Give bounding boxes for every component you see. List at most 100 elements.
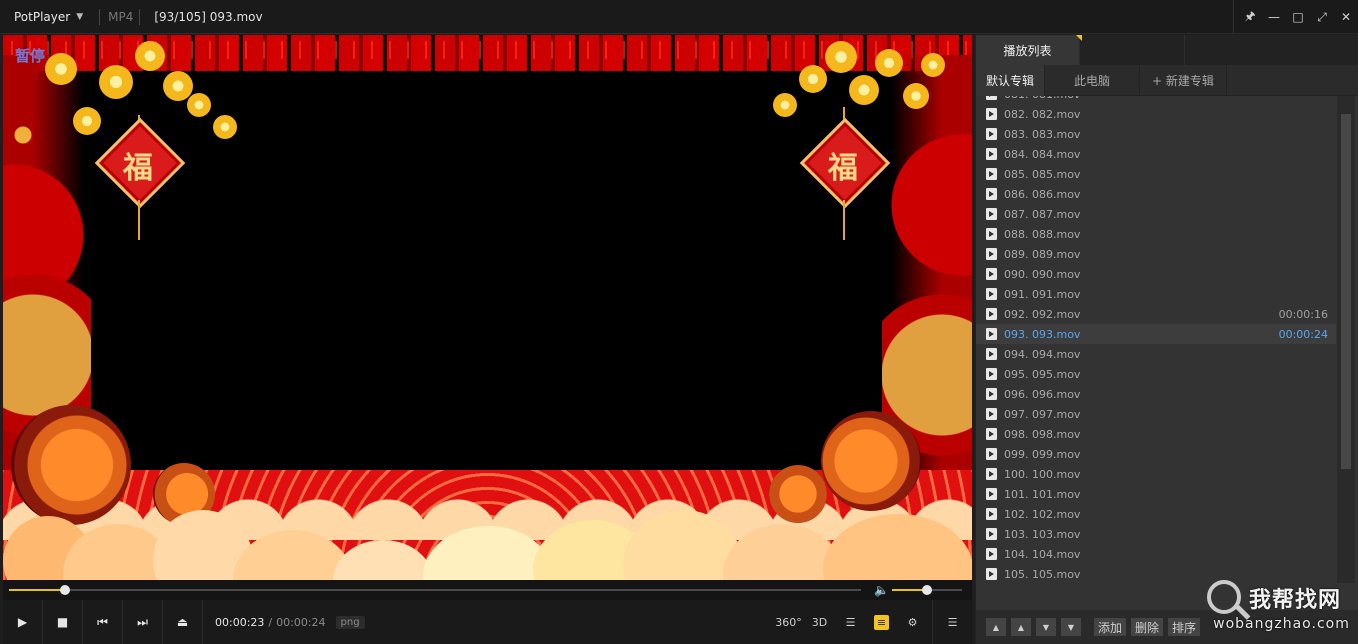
subtitle-icon[interactable]: ≡ (866, 600, 897, 644)
blossom-icon (163, 71, 193, 101)
tab-empty[interactable] (1080, 35, 1185, 65)
playlist-item[interactable]: 089. 089.mov (976, 244, 1336, 264)
playlist-item[interactable]: 103. 103.mov (976, 524, 1336, 544)
seek-track[interactable] (9, 585, 861, 595)
volume-icon[interactable]: 🔈 (874, 583, 889, 597)
playlist-item-label: 093. 093.mov (1004, 327, 1081, 341)
playlist-item[interactable]: 087. 087.mov (976, 204, 1336, 224)
control-bar: ▶ ■ ⏮ ⏭ ⏏ 00:00:23 / 00:00:24 png 360° 3… (3, 600, 972, 644)
sort-button[interactable]: 排序 (1168, 618, 1201, 636)
playlist-item[interactable]: 090. 090.mov (976, 264, 1336, 284)
watermark-text: 我帮找网 (1249, 588, 1342, 613)
stop-icon[interactable]: ■ (43, 600, 83, 644)
maximize-icon[interactable]: □ (1286, 5, 1310, 29)
3d-button[interactable]: 3D (804, 600, 835, 644)
previous-icon[interactable]: ⏮ (83, 600, 123, 644)
playlist-search-icon[interactable]: ☰ (835, 600, 866, 644)
playlist-item[interactable]: 097. 097.mov (976, 404, 1336, 424)
play-icon[interactable]: ▶ (3, 600, 43, 644)
video-file-icon (986, 128, 997, 140)
video-file-icon (986, 308, 997, 320)
app-menu-button[interactable]: PotPlayer ▼ (0, 0, 93, 33)
playlist-list[interactable]: 081. 081.mov 082. 082.mov 083. 083.mov 084.… (976, 96, 1336, 583)
playlist-item[interactable]: 102. 102.mov (976, 504, 1336, 524)
video-file-icon (986, 528, 997, 540)
eject-icon[interactable]: ⏏ (163, 600, 203, 644)
playlist-item[interactable]: 091. 091.mov (976, 284, 1336, 304)
volume-handle[interactable] (922, 585, 932, 595)
playlist-item[interactable]: 081. 081.mov (976, 96, 1336, 104)
drum-right (821, 411, 921, 511)
menu-icon[interactable]: ☰ (932, 600, 972, 644)
video-file-icon (986, 148, 997, 160)
playlist-item[interactable]: 093. 093.mov 00:00:24 (976, 324, 1336, 344)
tab-playlist[interactable]: 播放列表 (976, 35, 1080, 65)
format-label: MP4 (108, 9, 134, 24)
minimize-icon[interactable]: — (1262, 5, 1286, 29)
tab-flag (1076, 35, 1082, 41)
codec-badge: png (335, 615, 365, 629)
playlist-item[interactable]: 101. 101.mov (976, 484, 1336, 504)
pin-icon[interactable]: 🖈 (1238, 5, 1262, 29)
current-time: 00:00:23 (215, 615, 265, 629)
tab-empty[interactable] (1185, 35, 1255, 65)
fortune-lantern-right: 福 (799, 117, 891, 209)
tab-this-pc[interactable]: 此电脑 (1045, 65, 1141, 96)
playlist-item-label: 096. 096.mov (1004, 387, 1081, 401)
delete-button[interactable]: 删除 (1131, 618, 1164, 636)
next-icon[interactable]: ⏭ (123, 600, 163, 644)
playlist-item[interactable]: 096. 096.mov (976, 384, 1336, 404)
playlist-item[interactable]: 086. 086.mov (976, 184, 1336, 204)
playlist-item-label: 083. 083.mov (1004, 127, 1081, 141)
window-controls: 🖈 — □ ⤢ ✕ (1233, 0, 1358, 34)
move-bottom-icon[interactable]: ▼ (1061, 618, 1081, 636)
blossom-icon (825, 41, 857, 73)
playlist-item[interactable]: 084. 084.mov (976, 144, 1336, 164)
seek-progress (9, 589, 66, 591)
playlist-item[interactable]: 100. 100.mov (976, 464, 1336, 484)
video-file-icon (986, 96, 997, 100)
close-icon[interactable]: ✕ (1334, 5, 1358, 29)
blossom-icon (73, 107, 101, 135)
title-separator (99, 8, 101, 25)
move-top-icon[interactable]: ▲ (986, 618, 1006, 636)
window-controls-separator (1233, 0, 1234, 34)
app-name: PotPlayer (14, 9, 71, 24)
total-time: 00:00:24 (276, 615, 326, 629)
playlist-item[interactable]: 104. 104.mov (976, 544, 1336, 564)
lantern-string (843, 200, 845, 240)
move-down-icon[interactable]: ▼ (1036, 618, 1056, 636)
playlist-panel: 播放列表 默认专辑 此电脑 + 新建专辑 081. 081.mov 082. 08… (975, 35, 1358, 644)
volume-slider[interactable] (892, 585, 962, 595)
new-album-button[interactable]: + 新建专辑 (1140, 65, 1227, 96)
blossom-icon (921, 53, 945, 77)
title-separator (139, 8, 141, 25)
playlist-item[interactable]: 092. 092.mov 00:00:16 (976, 304, 1336, 324)
video-area[interactable]: 福 福 暂停 (3, 35, 972, 580)
seek-bar[interactable]: 🔈 (3, 580, 972, 600)
playlist-scrollbar[interactable] (1337, 96, 1355, 583)
playlist-item[interactable]: 095. 095.mov (976, 364, 1336, 384)
playlist-item[interactable]: 099. 099.mov (976, 444, 1336, 464)
playlist-item[interactable]: 083. 083.mov (976, 124, 1336, 144)
video-file-icon (986, 348, 997, 360)
playlist-item-label: 092. 092.mov (1004, 307, 1081, 321)
move-up-icon[interactable]: ▲ (1011, 618, 1031, 636)
playlist-item-label: 086. 086.mov (1004, 187, 1081, 201)
add-button[interactable]: 添加 (1094, 618, 1127, 636)
fullscreen-icon[interactable]: ⤢ (1310, 5, 1334, 29)
video-file-icon (986, 448, 997, 460)
settings-icon[interactable]: ⚙ (897, 600, 928, 644)
playlist-item[interactable]: 088. 088.mov (976, 224, 1336, 244)
playlist-item-label: 101. 101.mov (1004, 487, 1081, 501)
playlist-item[interactable]: 082. 082.mov (976, 104, 1336, 124)
playlist-item[interactable]: 098. 098.mov (976, 424, 1336, 444)
seek-handle[interactable] (60, 585, 71, 595)
video-file-icon (986, 568, 997, 580)
playlist-item-label: 100. 100.mov (1004, 467, 1081, 481)
playlist-item[interactable]: 085. 085.mov (976, 164, 1336, 184)
scrollbar-thumb[interactable] (1341, 114, 1351, 469)
tab-default-album[interactable]: 默认专辑 (976, 65, 1046, 96)
vr-360-button[interactable]: 360° (773, 600, 804, 644)
playlist-item[interactable]: 094. 094.mov (976, 344, 1336, 364)
